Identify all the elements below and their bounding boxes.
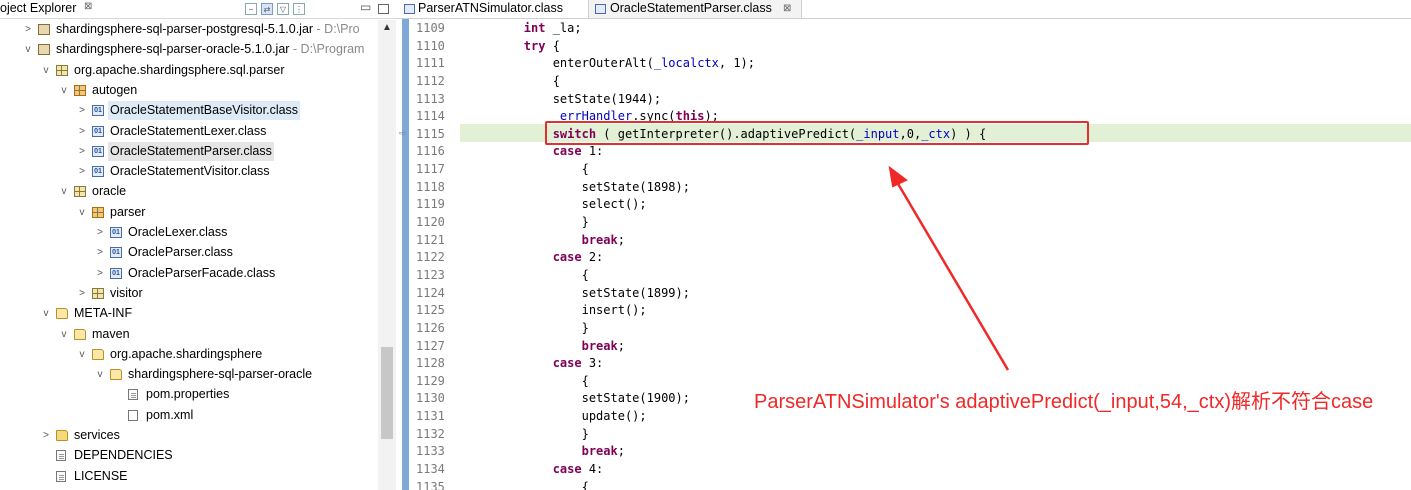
annotation-text: ParserATNSimulator's adaptivePredict(_in…	[754, 391, 1374, 413]
